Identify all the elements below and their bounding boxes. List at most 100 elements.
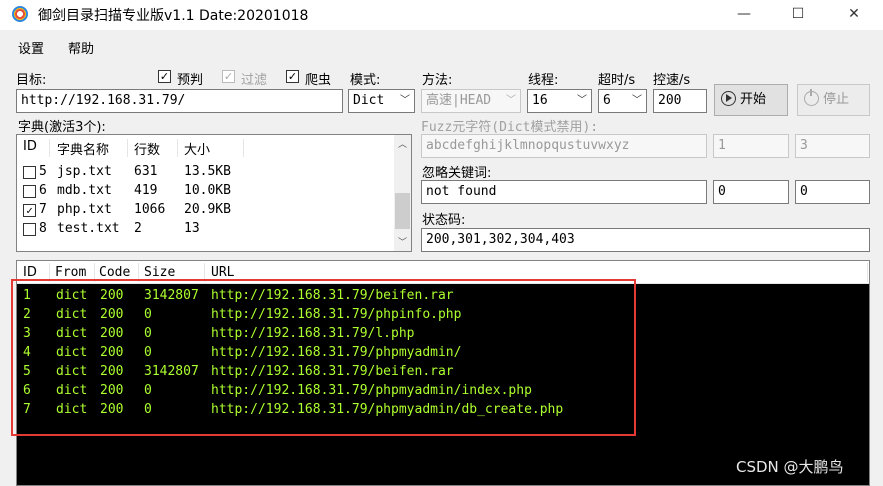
dict-row[interactable]: 5 jsp.txt 631 13.5KB xyxy=(17,163,395,182)
dict-row[interactable]: 6 mdb.txt 419 10.0KB xyxy=(17,182,395,201)
dict-row-checkbox[interactable] xyxy=(23,166,36,179)
dict-col-name[interactable]: 字典名称 xyxy=(57,139,109,158)
dict-col-size[interactable]: 大小 xyxy=(184,139,210,158)
res-col-from[interactable]: From xyxy=(55,265,86,280)
filter-label: 过滤 xyxy=(241,73,268,88)
start-button[interactable]: 开始 xyxy=(714,84,788,116)
window-title: 御剑目录扫描专业版v1.1 Date:20201018 xyxy=(38,8,309,24)
dict-row[interactable]: ✓ 7 php.txt 1066 20.9KB xyxy=(17,201,395,220)
title-bar: 御剑目录扫描专业版v1.1 Date:20201018 — ☐ ✕ xyxy=(0,0,883,30)
dict-row[interactable]: 8 test.txt 2 13 xyxy=(17,220,395,239)
chevron-up-icon[interactable]: ︿ xyxy=(398,137,407,150)
method-select[interactable]: 高速|HEAD ﹀ xyxy=(421,89,521,113)
fuzz-chars-input[interactable]: abcdefghijklmnopqustuvwxyz xyxy=(421,134,707,158)
speed-label: 控速/s xyxy=(653,73,691,88)
result-cell-size: 0 xyxy=(144,345,152,360)
result-row[interactable]: 5 dict 200 3142807 http://192.168.31.79/beif… xyxy=(17,364,869,383)
dict-cell-name: php.txt xyxy=(57,202,112,217)
dict-cell-size: 20.9KB xyxy=(184,202,231,217)
menu-help[interactable]: 帮助 xyxy=(68,38,94,57)
ignore-a-input[interactable]: 0 xyxy=(713,180,789,204)
ignore-b-input[interactable]: 0 xyxy=(795,180,870,204)
timeout-select[interactable]: 6 ﹀ xyxy=(598,89,647,113)
fuzz-max-input[interactable]: 3 xyxy=(795,134,870,158)
dict-cell-id: 6 xyxy=(39,183,47,198)
result-cell-from: dict xyxy=(56,364,88,379)
threads-select[interactable]: 16 ﹀ xyxy=(527,89,592,113)
result-cell-size: 0 xyxy=(144,307,152,322)
stop-button[interactable]: 停止 xyxy=(797,84,870,116)
result-row[interactable]: 6 dict 200 0 http://192.168.31.79/phpmyadmin… xyxy=(17,383,869,402)
filter-checkbox[interactable]: ✓ xyxy=(222,70,235,83)
stop-label: 停止 xyxy=(823,92,850,107)
dict-row-checkbox[interactable] xyxy=(23,185,36,198)
chevron-down-icon: ﹀ xyxy=(632,95,642,106)
results-header: ID From Code Size URL xyxy=(17,261,869,284)
result-cell-id: 1 xyxy=(23,288,31,303)
menu-bar: 设置 帮助 xyxy=(0,30,883,60)
res-col-size[interactable]: Size xyxy=(144,265,175,280)
maximize-button[interactable]: ☐ xyxy=(775,0,821,30)
result-cell-url: http://192.168.31.79/beifen.rar xyxy=(211,288,454,303)
method-label: 方法: xyxy=(422,73,453,88)
dict-row-checkbox[interactable]: ✓ xyxy=(23,204,36,217)
dict-cell-lines: 1066 xyxy=(134,202,166,217)
dict-cell-name: jsp.txt xyxy=(57,164,112,179)
dict-label: 字典(激活3个): xyxy=(18,120,106,135)
speed-input[interactable]: 200 xyxy=(653,89,707,113)
fuzz-min-input[interactable]: 1 xyxy=(713,134,789,158)
chevron-down-icon: ﹀ xyxy=(577,95,587,106)
res-col-url[interactable]: URL xyxy=(211,265,234,280)
result-cell-from: dict xyxy=(56,288,88,303)
mode-label: 模式: xyxy=(350,73,381,88)
ignore-input[interactable]: not found xyxy=(421,180,707,204)
status-codes-input[interactable]: 200,301,302,304,403 xyxy=(421,228,870,252)
result-cell-from: dict xyxy=(56,307,88,322)
menu-settings[interactable]: 设置 xyxy=(18,38,44,57)
result-cell-id: 7 xyxy=(23,402,31,417)
dict-cell-size: 13 xyxy=(184,221,200,236)
ignore-label: 忽略关键词: xyxy=(422,166,492,181)
target-input[interactable]: http://192.168.31.79/ xyxy=(16,89,343,113)
crawler-label: 爬虫 xyxy=(305,73,332,88)
res-col-id[interactable]: ID xyxy=(23,265,37,280)
timeout-value: 6 xyxy=(603,93,611,108)
dict-list: ID 字典名称 行数 大小 5 jsp.txt 631 13.5KB 6 mdb.txt 4… xyxy=(16,134,412,252)
prejudge-checkbox[interactable]: ✓ xyxy=(158,70,171,83)
result-cell-size: 0 xyxy=(144,402,152,417)
dict-scroll-thumb[interactable] xyxy=(395,193,410,229)
result-row[interactable]: 3 dict 200 0 http://192.168.31.79/l.php xyxy=(17,326,869,345)
dict-cell-size: 10.0KB xyxy=(184,183,231,198)
crawler-checkbox[interactable]: ✓ xyxy=(286,70,299,83)
prejudge-label: 预判 xyxy=(177,73,204,88)
result-cell-code: 200 xyxy=(100,307,124,322)
result-row[interactable]: 1 dict 200 3142807 http://192.168.31.79/beif… xyxy=(17,288,869,307)
minimize-button[interactable]: — xyxy=(721,0,767,30)
dict-cell-lines: 419 xyxy=(134,183,158,198)
dict-cell-size: 13.5KB xyxy=(184,164,231,179)
power-icon xyxy=(804,89,819,106)
mode-select[interactable]: Dict ﹀ xyxy=(348,89,415,113)
mode-value: Dict xyxy=(353,93,385,108)
result-cell-url: http://192.168.31.79/phpmyadmin/index.ph… xyxy=(211,383,532,398)
result-cell-id: 3 xyxy=(23,326,31,341)
result-cell-id: 2 xyxy=(23,307,31,322)
result-row[interactable]: 2 dict 200 0 http://192.168.31.79/phpinfo.ph… xyxy=(17,307,869,326)
dict-col-id[interactable]: ID xyxy=(23,139,37,154)
result-row[interactable]: 4 dict 200 0 http://192.168.31.79/phpmyadmin… xyxy=(17,345,869,364)
close-button[interactable]: ✕ xyxy=(831,0,877,30)
result-cell-code: 200 xyxy=(100,402,124,417)
res-col-code[interactable]: Code xyxy=(99,265,130,280)
dict-cell-id: 5 xyxy=(39,164,47,179)
threads-label: 线程: xyxy=(528,73,559,88)
dict-scrollbar[interactable]: ︿ ﹀ xyxy=(394,135,411,251)
dict-cell-lines: 631 xyxy=(134,164,158,179)
dict-row-checkbox[interactable] xyxy=(23,223,36,236)
chevron-down-icon[interactable]: ﹀ xyxy=(398,235,407,248)
dict-col-lines[interactable]: 行数 xyxy=(134,139,160,158)
result-cell-url: http://192.168.31.79/phpinfo.php xyxy=(211,307,462,322)
results-table: ID From Code Size URL 1 dict 200 3142807 htt… xyxy=(16,260,870,486)
result-row[interactable]: 7 dict 200 0 http://192.168.31.79/phpmyadmin… xyxy=(17,402,869,421)
fuzz-label: Fuzz元字符(Dict模式禁用): xyxy=(421,120,599,135)
result-cell-url: http://192.168.31.79/phpmyadmin/ xyxy=(211,345,462,360)
